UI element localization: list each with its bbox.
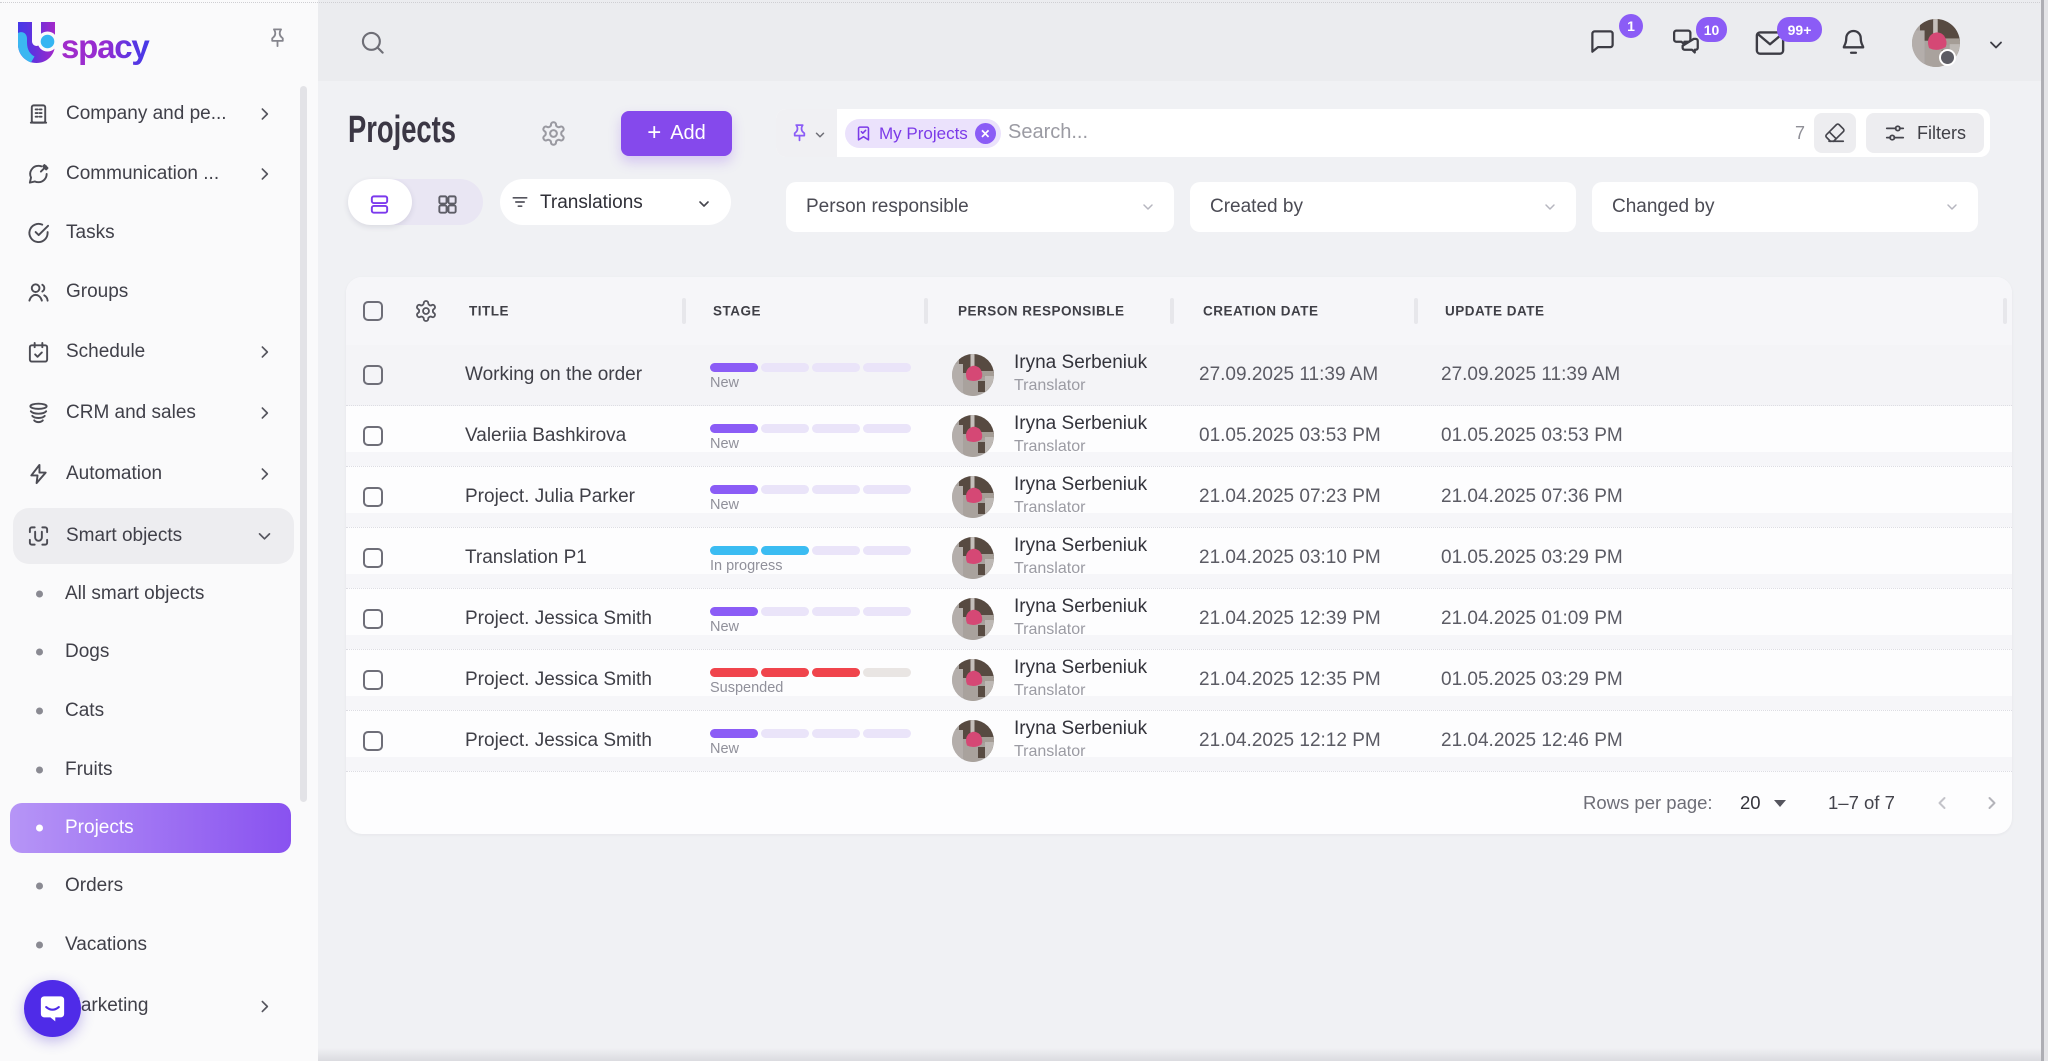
svg-text:spacy: spacy: [61, 28, 150, 65]
